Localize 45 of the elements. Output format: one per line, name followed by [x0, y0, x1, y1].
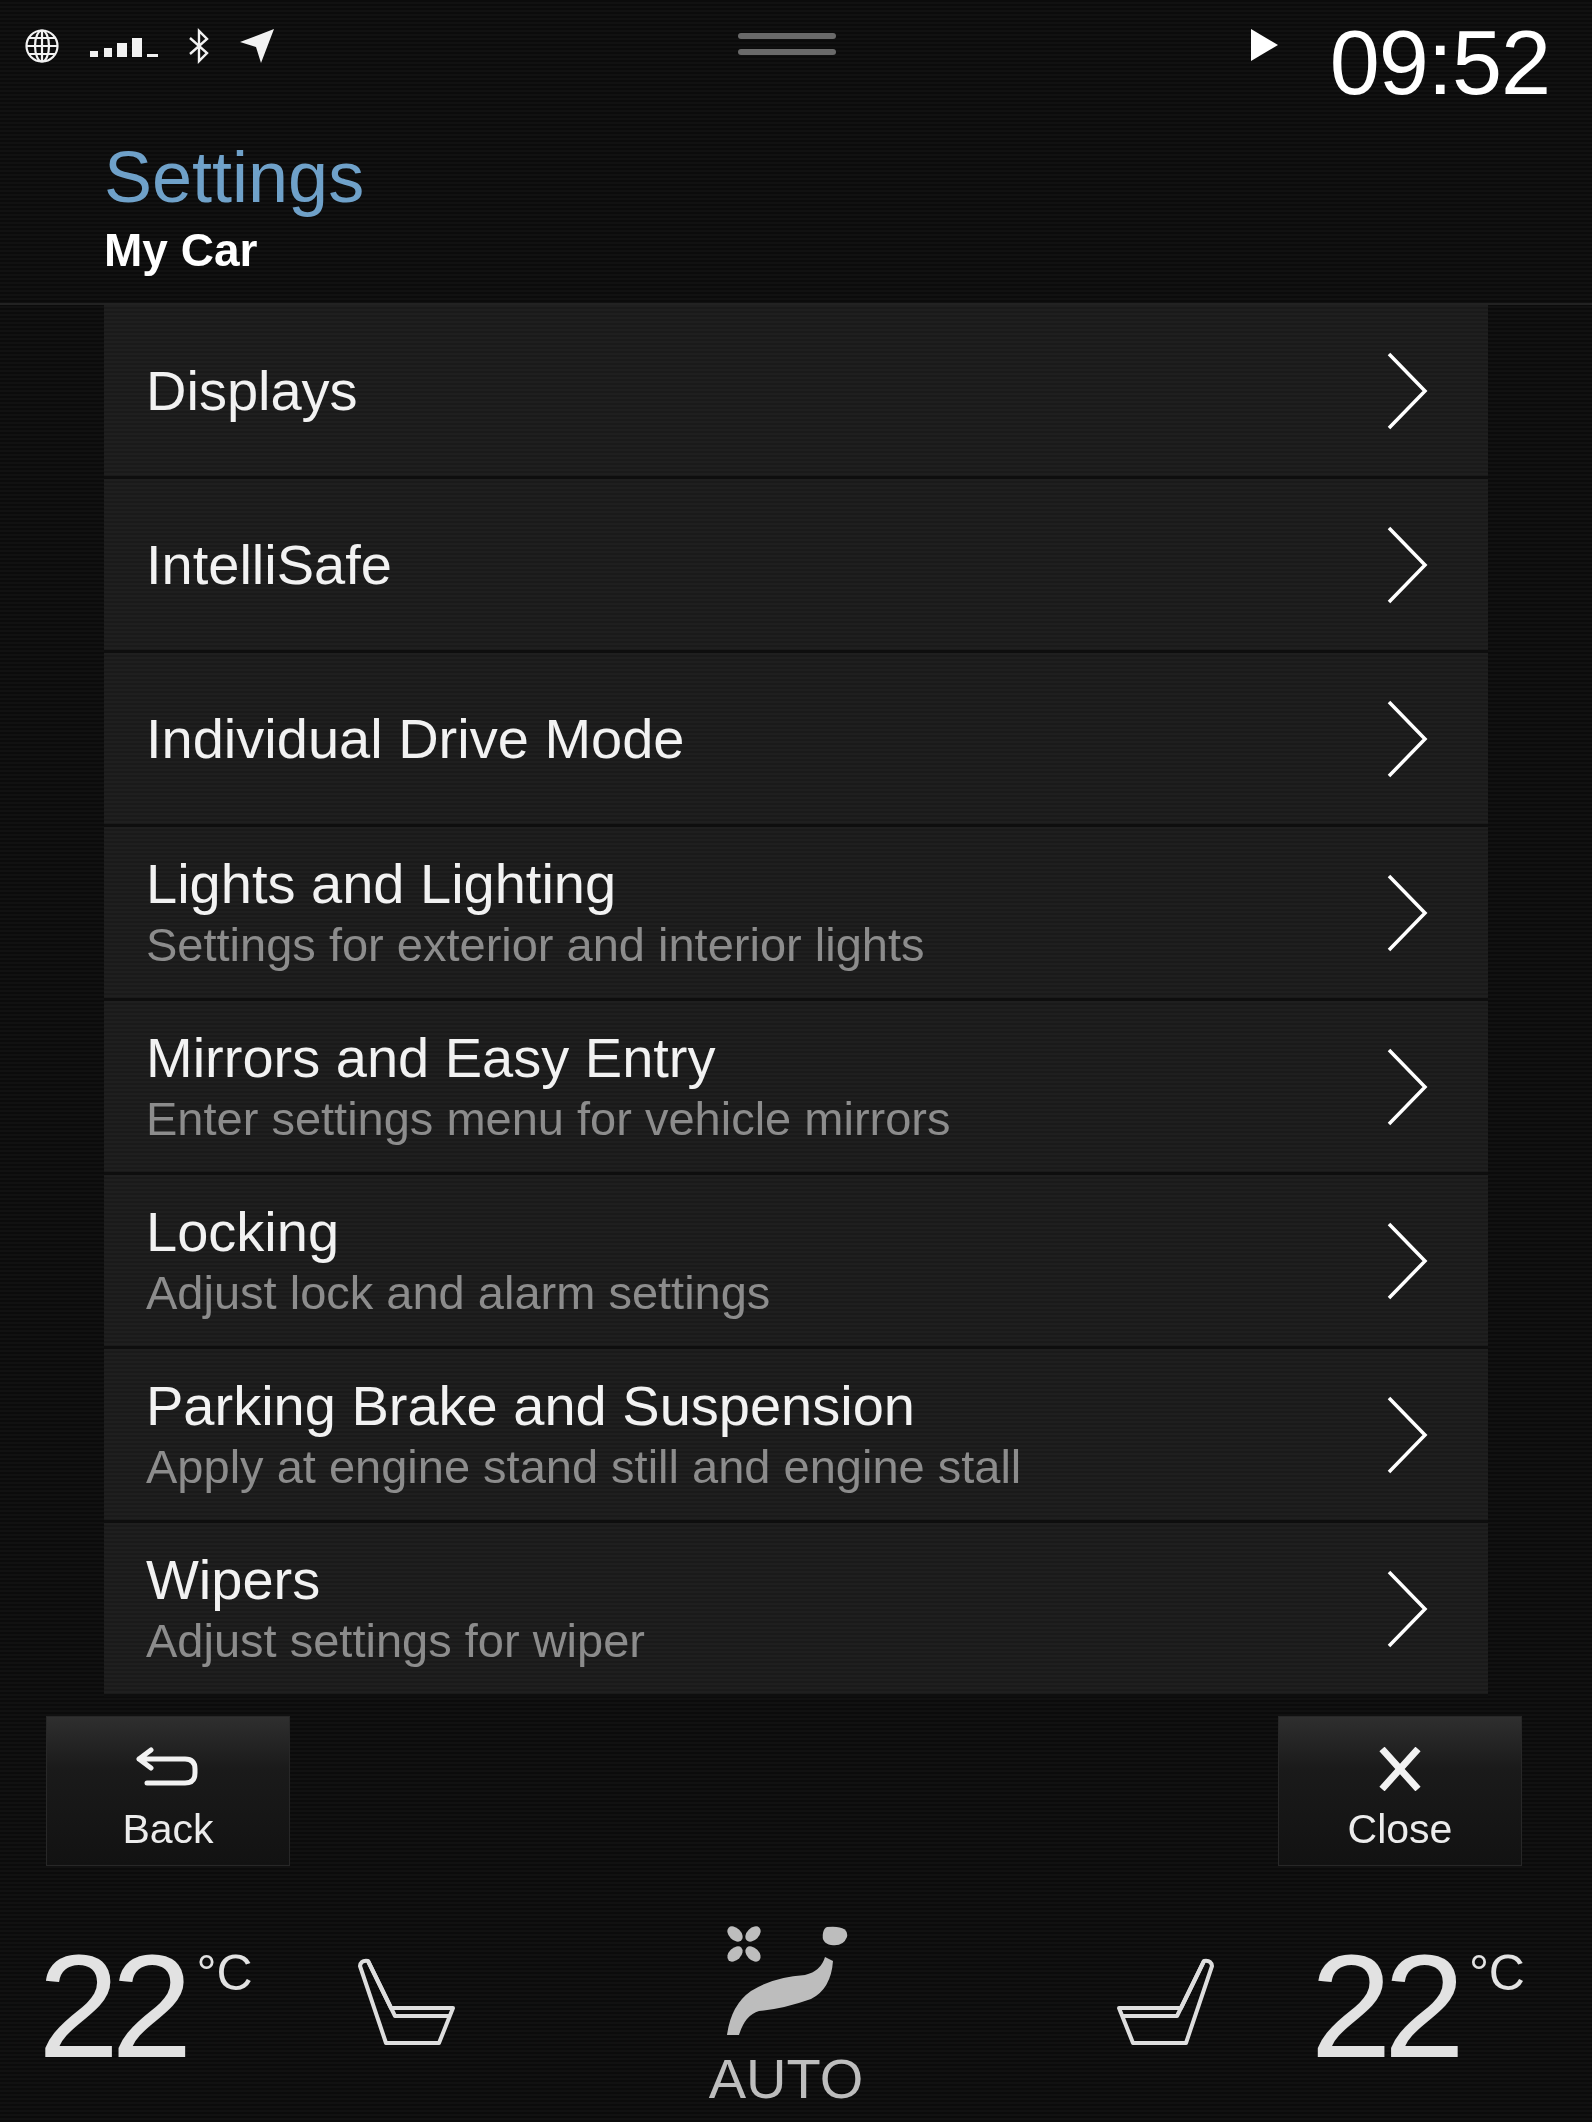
item-description: Adjust settings for wiper	[146, 1612, 645, 1669]
globe-icon	[24, 28, 60, 64]
item-description: Settings for exterior and interior lights	[146, 916, 925, 973]
item-description: Apply at engine stand still and engine stall	[146, 1438, 1022, 1495]
close-button[interactable]: Close	[1278, 1716, 1522, 1866]
item-title: Displays	[146, 358, 358, 423]
location-arrow-icon	[240, 29, 274, 63]
bluetooth-icon	[188, 28, 210, 64]
menu-item[interactable]: Displays	[104, 305, 1488, 479]
drag-handle-icon[interactable]	[738, 33, 836, 55]
seat-icon[interactable]	[1115, 1958, 1216, 2046]
seat-icon[interactable]	[356, 1958, 457, 2046]
play-icon[interactable]	[1250, 29, 1278, 61]
temperature-unit: °C	[1468, 1948, 1525, 1998]
item-title: Locking	[146, 1199, 340, 1264]
menu-item[interactable]: Wipers Adjust settings for wiper	[104, 1523, 1488, 1697]
temperature-reading[interactable]: 22	[38, 1934, 185, 2080]
menu-item[interactable]: Locking Adjust lock and alarm settings	[104, 1175, 1488, 1349]
chevron-right-icon	[1386, 524, 1428, 605]
menu-item[interactable]: IntelliSafe	[104, 479, 1488, 653]
menu-item[interactable]: Individual Drive Mode	[104, 653, 1488, 827]
item-title: Individual Drive Mode	[146, 706, 685, 771]
chevron-right-icon	[1386, 1220, 1428, 1301]
menu-item[interactable]: Parking Brake and Suspension Apply at engine stand still and engine stall	[104, 1349, 1488, 1523]
chevron-right-icon	[1386, 698, 1428, 779]
temperature-unit: °C	[196, 1948, 253, 1998]
menu-item[interactable]: Lights and Lighting Settings for exterior and interior lights	[104, 827, 1488, 1001]
item-title: Wipers	[146, 1547, 321, 1612]
climate-mode-label: AUTO	[708, 2051, 864, 2107]
chevron-right-icon	[1386, 1568, 1428, 1649]
chevron-right-icon	[1386, 350, 1428, 431]
item-title: Parking Brake and Suspension	[146, 1373, 915, 1438]
item-description: Adjust lock and alarm settings	[146, 1264, 771, 1321]
menu-item[interactable]: Mirrors and Easy Entry Enter settings menu for vehicle mirrors	[104, 1001, 1488, 1175]
item-title: Mirrors and Easy Entry	[146, 1025, 716, 1090]
item-title: Lights and Lighting	[146, 851, 617, 916]
chevron-right-icon	[1386, 872, 1428, 953]
status-time: 09:52	[1329, 18, 1550, 108]
back-button[interactable]: Back	[46, 1716, 290, 1866]
temperature-reading[interactable]: 22	[1310, 1934, 1457, 2080]
signal-strength-icon	[90, 35, 158, 57]
item-title: IntelliSafe	[146, 532, 392, 597]
item-description: Enter settings menu for vehicle mirrors	[146, 1090, 951, 1147]
chevron-right-icon	[1386, 1394, 1428, 1475]
chevron-right-icon	[1386, 1046, 1428, 1127]
